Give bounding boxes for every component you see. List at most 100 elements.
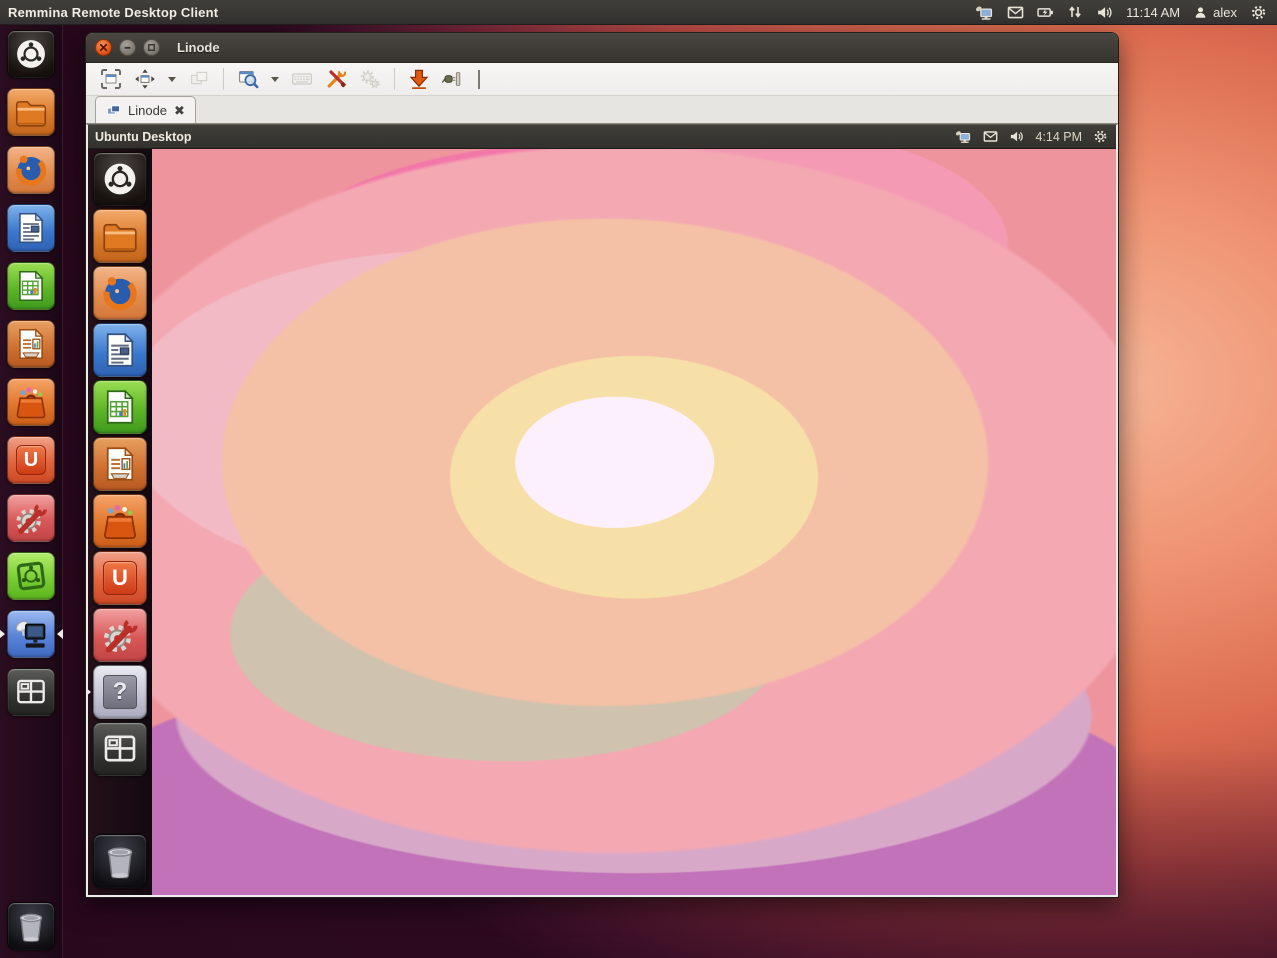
remote-launcher-item-home-folder[interactable] (93, 209, 147, 263)
tools-button[interactable] (321, 66, 351, 93)
launcher-item-firefox[interactable] (7, 146, 55, 194)
remote-wallpaper (152, 149, 1116, 895)
remote-session-gear-icon[interactable] (1093, 129, 1108, 144)
software-updater-icon (12, 557, 50, 595)
minimize-button[interactable] (119, 39, 136, 56)
disconnect-icon (441, 67, 465, 91)
scaled-mode-dropdown[interactable] (271, 77, 279, 82)
launcher-item-software-center[interactable] (7, 378, 55, 426)
firefox-icon (98, 271, 142, 315)
launcher-item-ubuntu-one[interactable]: U (7, 436, 55, 484)
remote-clock[interactable]: 4:14 PM (1035, 130, 1082, 144)
disconnect-button[interactable] (438, 66, 468, 93)
keyboard-grab-icon (290, 67, 314, 91)
scaled-mode-button[interactable] (233, 66, 263, 93)
fit-window-dropdown[interactable] (168, 77, 176, 82)
volume-indicator-icon[interactable] (1096, 4, 1113, 21)
fullscreen-icon (99, 67, 123, 91)
maximize-button[interactable] (143, 39, 160, 56)
remote-launcher-item-workspace-switcher[interactable] (93, 722, 147, 776)
launcher-item-dash[interactable] (7, 30, 55, 78)
battery-indicator-icon[interactable] (1037, 4, 1054, 21)
software-center-icon (99, 500, 141, 542)
minimize-icon (121, 41, 134, 54)
home-folder-icon (12, 93, 50, 131)
remote-launcher-item-system-settings[interactable] (93, 608, 147, 662)
launcher-item-trash[interactable] (7, 902, 55, 950)
software-center-icon (12, 383, 50, 421)
remote-launcher-item-software-center[interactable] (93, 494, 147, 548)
host-indicator-tray: 11:14 AM alex (974, 4, 1267, 21)
host-top-panel: Remmina Remote Desktop Client 11:14 AM a… (0, 0, 1277, 25)
connection-tabbar: Linode ✖ (86, 96, 1118, 124)
tab-linode[interactable]: Linode ✖ (95, 96, 196, 123)
remote-launcher-item-dash[interactable] (93, 152, 147, 206)
mail-indicator-icon[interactable] (1007, 4, 1024, 21)
maximize-icon (145, 41, 158, 54)
focused-arrow-icon (88, 687, 91, 697)
remmina-indicator-icon[interactable] (974, 4, 994, 21)
close-icon (97, 41, 110, 54)
remote-desktop: Ubuntu Desktop 4:14 PM (88, 125, 1116, 895)
tab-close-button[interactable]: ✖ (174, 104, 185, 117)
calc-icon (12, 267, 50, 305)
screenshot-grab-button[interactable] (404, 66, 434, 93)
fullscreen-button[interactable] (96, 66, 126, 93)
launcher-item-libreoffice-impress[interactable] (7, 320, 55, 368)
remote-launcher-item-firefox[interactable] (93, 266, 147, 320)
remote-launcher-item-libreoffice-writer[interactable] (93, 323, 147, 377)
keyboard-grab-button[interactable] (287, 66, 317, 93)
desktop-root: Remmina Remote Desktop Client 11:14 AM a… (0, 0, 1277, 958)
launcher-item-home-folder[interactable] (7, 88, 55, 136)
remmina-window: Linode Linode ✖ (85, 32, 1119, 898)
active-app-title: Remmina Remote Desktop Client (8, 5, 218, 20)
system-settings-icon (12, 499, 50, 537)
workspace-switcher-icon (99, 728, 141, 770)
launcher-item-system-settings[interactable] (7, 494, 55, 542)
remote-launcher-item-ubuntu-one[interactable]: U (93, 551, 147, 605)
duplicate-connection-icon (187, 67, 211, 91)
network-indicator-icon[interactable] (1067, 4, 1083, 20)
screenshot-grab-icon (407, 67, 431, 91)
plugin-gears-button[interactable] (355, 66, 385, 93)
user-name: alex (1213, 5, 1237, 20)
remote-launcher-item-libreoffice-impress[interactable] (93, 437, 147, 491)
home-folder-icon (99, 215, 141, 257)
remote-indicator-tray: 4:14 PM (954, 129, 1108, 144)
window-titlebar[interactable]: Linode (86, 33, 1118, 63)
ubuntu-one-icon: U (16, 445, 46, 475)
fit-window-button[interactable] (130, 66, 160, 93)
launcher-item-workspace-switcher[interactable] (7, 668, 55, 716)
close-button[interactable] (95, 39, 112, 56)
launcher-item-libreoffice-calc[interactable] (7, 262, 55, 310)
trash-icon (11, 906, 51, 946)
remote-launcher-item-unknown-app[interactable]: ? (93, 665, 147, 719)
plugin-gears-icon (358, 67, 382, 91)
remote-launcher-item-libreoffice-calc[interactable] (93, 380, 147, 434)
running-arrow-icon (0, 629, 5, 639)
unknown-app-icon: ? (103, 675, 137, 709)
tab-connection-icon (106, 103, 121, 118)
session-gear-icon[interactable] (1250, 4, 1267, 21)
remote-viewport: Ubuntu Desktop 4:14 PM (86, 124, 1118, 897)
impress-icon (12, 325, 50, 363)
user-menu[interactable]: alex (1193, 5, 1237, 20)
remote-remmina-indicator-icon[interactable] (954, 129, 972, 144)
launcher-item-remmina[interactable] (7, 610, 55, 658)
duplicate-connection-button[interactable] (184, 66, 214, 93)
remote-launcher-item-trash[interactable] (93, 834, 147, 888)
toolbar-separator (223, 68, 224, 90)
dash-icon (12, 35, 50, 73)
launcher-item-libreoffice-writer[interactable] (7, 204, 55, 252)
system-settings-icon (99, 614, 141, 656)
writer-icon (99, 329, 141, 371)
scaled-mode-icon (236, 67, 260, 91)
workspace-switcher-icon (12, 673, 50, 711)
dash-icon (99, 158, 141, 200)
remote-mail-indicator-icon[interactable] (983, 129, 998, 144)
impress-icon (99, 443, 141, 485)
remote-volume-indicator-icon[interactable] (1009, 129, 1024, 144)
remote-launcher: U ? (88, 149, 152, 895)
launcher-item-software-updater[interactable] (7, 552, 55, 600)
host-clock[interactable]: 11:14 AM (1126, 5, 1180, 20)
